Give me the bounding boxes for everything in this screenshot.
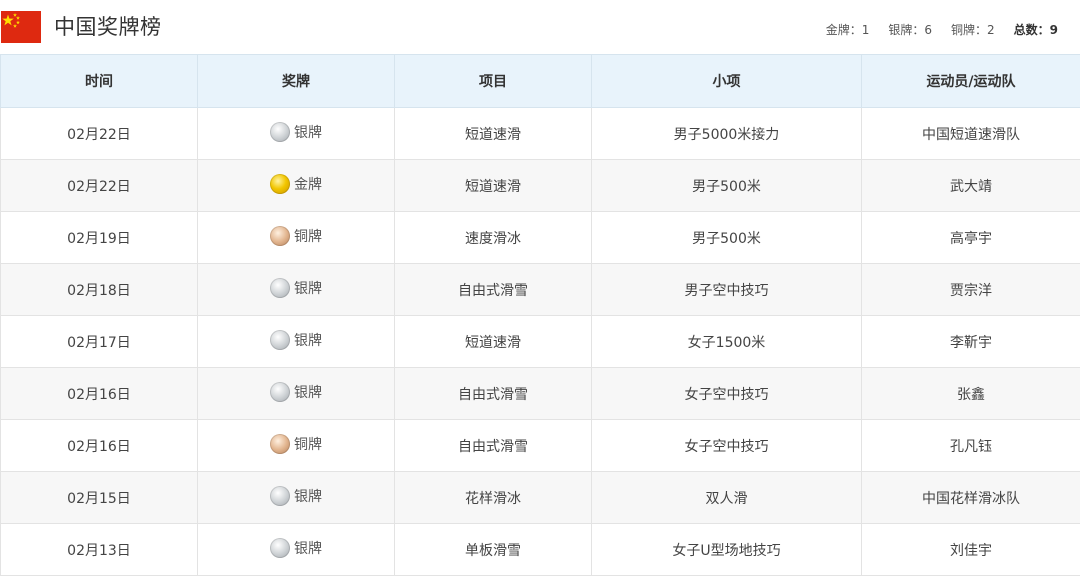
column-header-date: 时间	[0, 54, 198, 108]
cell-date: 02月15日	[0, 471, 198, 524]
cell-date: 02月18日	[0, 263, 198, 316]
medal-badge: 金牌	[270, 173, 322, 194]
medal-table-body: 02月22日 银牌 短道速滑 男子5000米接力 中国短道速滑队 02月22日 金牌 短道速滑…	[0, 107, 1080, 576]
cell-event: 女子空中技巧	[591, 419, 862, 472]
column-header-sport: 项目	[394, 54, 592, 108]
cell-medal: 金牌	[197, 159, 395, 212]
medal-table: 时间 奖牌 项目 小项 运动员/运动队 02月22日 银牌 短道速滑 男子5000米接…	[0, 54, 1080, 576]
medal-label: 铜牌	[294, 436, 322, 453]
silver-medal-icon	[270, 329, 290, 350]
table-row: 02月16日 铜牌 自由式滑雪 女子空中技巧 孔凡钰	[0, 419, 1080, 472]
china-flag-icon	[1, 11, 41, 43]
medal-label: 金牌	[294, 176, 322, 193]
cell-athlete: 刘佳宇	[861, 523, 1080, 576]
cell-date: 02月16日	[0, 367, 198, 420]
table-row: 02月18日 银牌 自由式滑雪 男子空中技巧 贾宗洋	[0, 263, 1080, 316]
cell-sport: 花样滑冰	[394, 471, 592, 524]
cell-event: 女子1500米	[591, 315, 862, 368]
silver-medal-icon	[270, 485, 290, 506]
medal-badge: 银牌	[270, 537, 322, 558]
column-header-event: 小项	[591, 54, 862, 108]
cell-athlete: 贾宗洋	[861, 263, 1080, 316]
cell-athlete: 高亭宇	[861, 211, 1080, 264]
cell-event: 男子5000米接力	[591, 107, 862, 160]
cell-date: 02月19日	[0, 211, 198, 264]
cell-sport: 短道速滑	[394, 159, 592, 212]
medal-label: 铜牌	[294, 228, 322, 245]
bronze-medal-icon	[270, 225, 290, 246]
gold-count: 金牌：1	[825, 23, 870, 37]
medal-summary: 金牌：1 银牌：6 铜牌：2 总数：9	[826, 22, 1058, 38]
page-header: 中国奖牌榜 金牌：1 银牌：6 铜牌：2 总数：9	[0, 0, 1080, 54]
cell-medal: 银牌	[197, 471, 395, 524]
table-row: 02月16日 银牌 自由式滑雪 女子空中技巧 张鑫	[0, 367, 1080, 420]
column-header-medal: 奖牌	[197, 54, 395, 108]
total-count-label: 总数：	[1013, 23, 1050, 37]
table-header-row: 时间 奖牌 项目 小项 运动员/运动队	[0, 54, 1080, 108]
cell-date: 02月17日	[0, 315, 198, 368]
cell-medal: 银牌	[197, 523, 395, 576]
cell-medal: 银牌	[197, 315, 395, 368]
cell-medal: 铜牌	[197, 211, 395, 264]
cell-date: 02月22日	[0, 107, 198, 160]
cell-sport: 自由式滑雪	[394, 367, 592, 420]
cell-sport: 速度滑冰	[394, 211, 592, 264]
table-row: 02月22日 银牌 短道速滑 男子5000米接力 中国短道速滑队	[0, 107, 1080, 160]
gold-medal-icon	[270, 173, 290, 194]
cell-medal: 银牌	[197, 263, 395, 316]
table-row: 02月17日 银牌 短道速滑 女子1500米 李靳宇	[0, 315, 1080, 368]
cell-event: 男子500米	[591, 159, 862, 212]
medal-label: 银牌	[294, 488, 322, 505]
cell-sport: 单板滑雪	[394, 523, 592, 576]
cell-athlete: 武大靖	[861, 159, 1080, 212]
cell-date: 02月13日	[0, 523, 198, 576]
page-title: 中国奖牌榜	[54, 15, 162, 39]
cell-date: 02月16日	[0, 419, 198, 472]
silver-medal-icon	[270, 537, 290, 558]
total-count: 总数：9	[1014, 22, 1058, 38]
medal-badge: 银牌	[270, 381, 322, 402]
medal-label: 银牌	[294, 124, 322, 141]
medal-badge: 银牌	[270, 121, 322, 142]
medal-badge: 银牌	[270, 329, 322, 350]
medal-badge: 银牌	[270, 277, 322, 298]
medal-badge: 铜牌	[270, 225, 322, 246]
silver-medal-icon	[270, 277, 290, 298]
cell-date: 02月22日	[0, 159, 198, 212]
cell-event: 男子空中技巧	[591, 263, 862, 316]
cell-medal: 银牌	[197, 107, 395, 160]
cell-event: 双人滑	[591, 471, 862, 524]
cell-athlete: 中国花样滑冰队	[861, 471, 1080, 524]
cell-sport: 自由式滑雪	[394, 419, 592, 472]
silver-count: 银牌：6	[888, 23, 932, 37]
cell-sport: 短道速滑	[394, 315, 592, 368]
silver-medal-icon	[270, 381, 290, 402]
medal-badge: 银牌	[270, 485, 322, 506]
table-row: 02月19日 铜牌 速度滑冰 男子500米 高亭宇	[0, 211, 1080, 264]
table-row: 02月13日 银牌 单板滑雪 女子U型场地技巧 刘佳宇	[0, 523, 1080, 576]
cell-medal: 银牌	[197, 367, 395, 420]
cell-sport: 短道速滑	[394, 107, 592, 160]
bronze-count: 铜牌：2	[950, 23, 995, 37]
cell-athlete: 李靳宇	[861, 315, 1080, 368]
cell-event: 女子U型场地技巧	[591, 523, 862, 576]
cell-medal: 铜牌	[197, 419, 395, 472]
medal-label: 银牌	[294, 332, 322, 349]
cell-athlete: 孔凡钰	[861, 419, 1080, 472]
medal-label: 银牌	[294, 384, 322, 401]
column-header-athlete: 运动员/运动队	[861, 54, 1080, 108]
table-row: 02月15日 银牌 花样滑冰 双人滑 中国花样滑冰队	[0, 471, 1080, 524]
silver-medal-icon	[270, 121, 290, 142]
medal-label: 银牌	[294, 540, 322, 557]
medal-badge: 铜牌	[270, 433, 322, 454]
cell-event: 女子空中技巧	[591, 367, 862, 420]
cell-athlete: 张鑫	[861, 367, 1080, 420]
bronze-medal-icon	[270, 433, 290, 454]
cell-event: 男子500米	[591, 211, 862, 264]
total-count-value: 9	[1049, 23, 1058, 37]
cell-sport: 自由式滑雪	[394, 263, 592, 316]
table-row: 02月22日 金牌 短道速滑 男子500米 武大靖	[0, 159, 1080, 212]
medal-label: 银牌	[294, 280, 322, 297]
cell-athlete: 中国短道速滑队	[861, 107, 1080, 160]
